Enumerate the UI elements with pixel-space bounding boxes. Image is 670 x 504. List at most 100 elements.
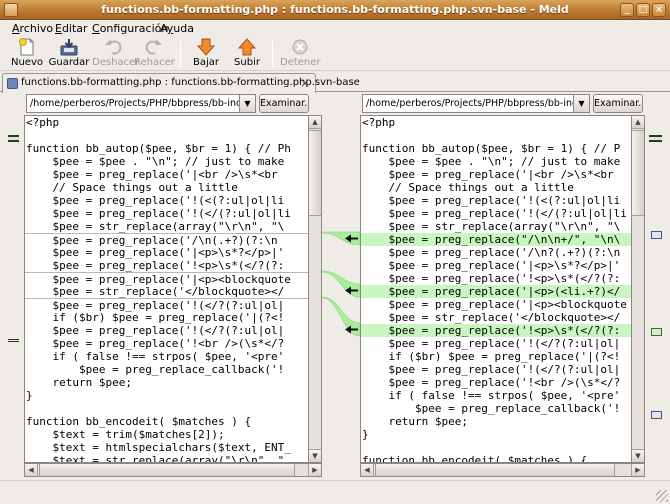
tab-diff[interactable]: functions.bb-formatting.php : functions.… <box>2 73 360 93</box>
right-vscroll-thumb[interactable] <box>632 130 644 216</box>
scroll-right-arrow-icon[interactable]: ▶ <box>631 464 644 476</box>
redo-button[interactable]: Rehacer <box>134 37 175 71</box>
code-line[interactable]: <?php <box>361 116 631 129</box>
code-line[interactable]: $text = str_replace(array("\r\n", " <box>25 454 308 462</box>
code-line[interactable]: $text = trim($matches[2]); <box>25 428 308 441</box>
right-horizontal-scrollbar[interactable]: ◀ ▶ <box>360 463 645 477</box>
menu-ayuda[interactable]: Ayuda <box>160 22 194 35</box>
left-vertical-scrollbar[interactable]: ▲ ▼ <box>308 115 322 463</box>
stop-button[interactable]: Detener <box>280 37 321 71</box>
code-line[interactable]: $pee = preg_replace('!(</(?:ul|ol|li <box>25 207 308 220</box>
scroll-left-arrow-icon[interactable]: ◀ <box>25 464 38 476</box>
code-line[interactable]: $pee = $pee . "\n"; // just to make <box>25 155 308 168</box>
move-down-button[interactable]: Bajar <box>188 37 224 71</box>
code-line[interactable]: $pee = preg_replace('!<p>\s*(</?(?: <box>361 324 631 337</box>
code-line[interactable]: $pee = preg_replace('!<p>\s*(</?(?: <box>361 272 631 285</box>
code-line[interactable]: $pee = preg_replace('!(</?(?:ul|ol| <box>361 363 631 376</box>
scroll-down-arrow-icon[interactable]: ▼ <box>309 449 321 462</box>
code-line[interactable]: $pee = preg_replace('|<br />\s*<br <box>361 168 631 181</box>
code-line[interactable] <box>361 129 631 142</box>
chevron-down-icon[interactable]: ▼ <box>239 95 255 112</box>
code-line[interactable]: $pee = preg_replace('|<br />\s*<br <box>25 168 308 181</box>
left-browse-button[interactable]: Examinar... <box>259 94 309 113</box>
code-line[interactable]: return $pee; <box>361 415 631 428</box>
code-line[interactable]: $pee = preg_replace('!(</?(?:ul|ol| <box>25 324 308 337</box>
code-line[interactable]: $pee = preg_replace('!(</(?:ul|ol|li <box>361 207 631 220</box>
code-line[interactable]: if ( false !== strpos( $pee, '<pre' <box>361 389 631 402</box>
right-path-combo[interactable]: /home/perberos/Projects/PHP/bbpress/bb-i… <box>362 94 590 113</box>
code-line[interactable]: $pee = str_replace(array("\r\n", "\ <box>25 220 308 233</box>
scroll-up-arrow-icon[interactable]: ▲ <box>309 116 321 129</box>
code-line[interactable]: <?php <box>25 116 308 129</box>
close-tab-icon[interactable]: × <box>298 76 312 90</box>
diff-tab-icon <box>7 78 18 89</box>
code-line[interactable]: } <box>361 428 631 441</box>
code-line[interactable]: function bb_autop($pee, $br = 1) { // P <box>361 142 631 155</box>
code-line[interactable] <box>361 441 631 454</box>
right-code-pane[interactable]: <?php function bb_autop($pee, $br = 1) { … <box>360 115 632 463</box>
code-line[interactable]: $pee = preg_replace('/\n?(.+?)(?:\n <box>361 246 631 259</box>
menu-configuracion[interactable]: Configuración <box>92 22 168 35</box>
left-vscroll-thumb[interactable] <box>309 130 321 216</box>
scroll-up-arrow-icon[interactable]: ▲ <box>632 116 644 129</box>
code-line[interactable]: $pee = str_replace(array("\r\n", "\ <box>361 220 631 233</box>
left-horizontal-scrollbar[interactable]: ◀ ▶ <box>24 463 322 477</box>
undo-button[interactable]: Deshacer <box>92 37 139 71</box>
code-line[interactable]: $pee = preg_replace_callback('! <box>361 402 631 415</box>
code-line[interactable]: $pee = preg_replace('!(<(?:ul|ol|li <box>25 194 308 207</box>
code-line[interactable]: $pee = preg_replace('!<br />(\s*</? <box>25 337 308 350</box>
code-line[interactable]: function bb_encodeit( $matches ) { <box>361 454 631 462</box>
code-line[interactable]: } <box>25 389 308 402</box>
code-line[interactable]: $pee = preg_replace('|<p><blockquote <box>361 298 631 311</box>
close-window-button[interactable]: × <box>652 3 666 17</box>
left-path-combo[interactable]: /home/perberos/Projects/PHP/bbpress/bb-i… <box>26 94 256 113</box>
move-up-button[interactable]: Subir <box>230 37 264 71</box>
code-line[interactable]: $pee = preg_replace('!(</?(?:ul|ol| <box>25 298 308 312</box>
right-browse-button[interactable]: Examinar... <box>593 94 643 113</box>
code-line[interactable]: $pee = preg_replace('!(<(?:ul|ol|li <box>361 194 631 207</box>
scroll-right-arrow-icon[interactable]: ▶ <box>308 464 321 476</box>
right-vertical-scrollbar[interactable]: ▲ ▼ <box>631 115 645 463</box>
code-line[interactable] <box>25 129 308 142</box>
code-line[interactable]: $pee = str_replace('</blockquote></ <box>361 311 631 324</box>
minimize-button[interactable]: _ <box>620 3 634 17</box>
code-line[interactable]: $pee = preg_replace('!(</?(?:ul|ol| <box>361 337 631 350</box>
code-line[interactable]: $pee = preg_replace('/\n(.+?)(?:\n <box>25 233 308 247</box>
menu-archivo[interactable]: Archivo <box>12 22 53 35</box>
code-line[interactable]: $text = htmlspecialchars($text, ENT_ <box>25 441 308 454</box>
left-code-pane[interactable]: <?php function bb_autop($pee, $br = 1) { … <box>24 115 309 463</box>
left-hscroll-thumb[interactable] <box>39 464 295 476</box>
code-line[interactable]: $pee = preg_replace('|<p>\s*?</p>|' <box>25 246 308 259</box>
code-line[interactable]: if ($br) $pee = preg_replace('|(?<! <box>25 311 308 324</box>
code-line[interactable]: $pee = preg_replace_callback('! <box>25 363 308 376</box>
code-line[interactable]: $pee = str_replace('</blockquote></ <box>25 285 308 298</box>
chevron-down-icon[interactable]: ▼ <box>573 95 589 112</box>
left-overview-strip[interactable] <box>6 115 20 477</box>
code-line[interactable]: $pee = preg_replace('|<p>\s*?</p>|' <box>361 259 631 272</box>
code-line[interactable]: function bb_encodeit( $matches ) { <box>25 415 308 428</box>
code-line[interactable]: $pee = preg_replace('!<p>\s*(</?(?: <box>25 259 308 272</box>
code-line[interactable]: $pee = preg_replace("/\n\n+/", "\n\ <box>361 233 631 246</box>
code-line[interactable]: return $pee; <box>25 376 308 389</box>
code-line[interactable] <box>25 402 308 415</box>
resize-grip-icon[interactable] <box>656 490 668 502</box>
code-line[interactable]: $pee = preg_replace('|<p><blockquote <box>25 272 308 286</box>
right-hscroll-thumb[interactable] <box>375 464 615 476</box>
code-line[interactable]: if ( false !== strpos( $pee, '<pre' <box>25 350 308 363</box>
scroll-left-arrow-icon[interactable]: ◀ <box>361 464 374 476</box>
code-line[interactable]: // Space things out a little <box>25 181 308 194</box>
code-line[interactable]: $pee = $pee . "\n"; // just to make <box>361 155 631 168</box>
new-button[interactable]: Nuevo <box>8 37 46 71</box>
save-button[interactable]: Guardar <box>48 37 90 71</box>
code-line[interactable]: function bb_autop($pee, $br = 1) { // Ph <box>25 142 308 155</box>
code-line[interactable]: if ($br) $pee = preg_replace('|(?<! <box>361 350 631 363</box>
right-overview-strip[interactable] <box>649 115 663 477</box>
code-line[interactable]: $pee = preg_replace('!<br />(\s*</? <box>361 376 631 389</box>
maximize-button[interactable]: □ <box>636 3 650 17</box>
code-line[interactable]: $pee = preg_replace('|<p>(<li.+?)</ <box>361 285 631 298</box>
menu-editar[interactable]: Editar <box>55 22 88 35</box>
title-bar[interactable]: functions.bb-formatting.php : functions.… <box>0 0 670 20</box>
diff-link-map[interactable] <box>322 115 360 463</box>
scroll-down-arrow-icon[interactable]: ▼ <box>632 449 644 462</box>
code-line[interactable]: // Space things out a little <box>361 181 631 194</box>
